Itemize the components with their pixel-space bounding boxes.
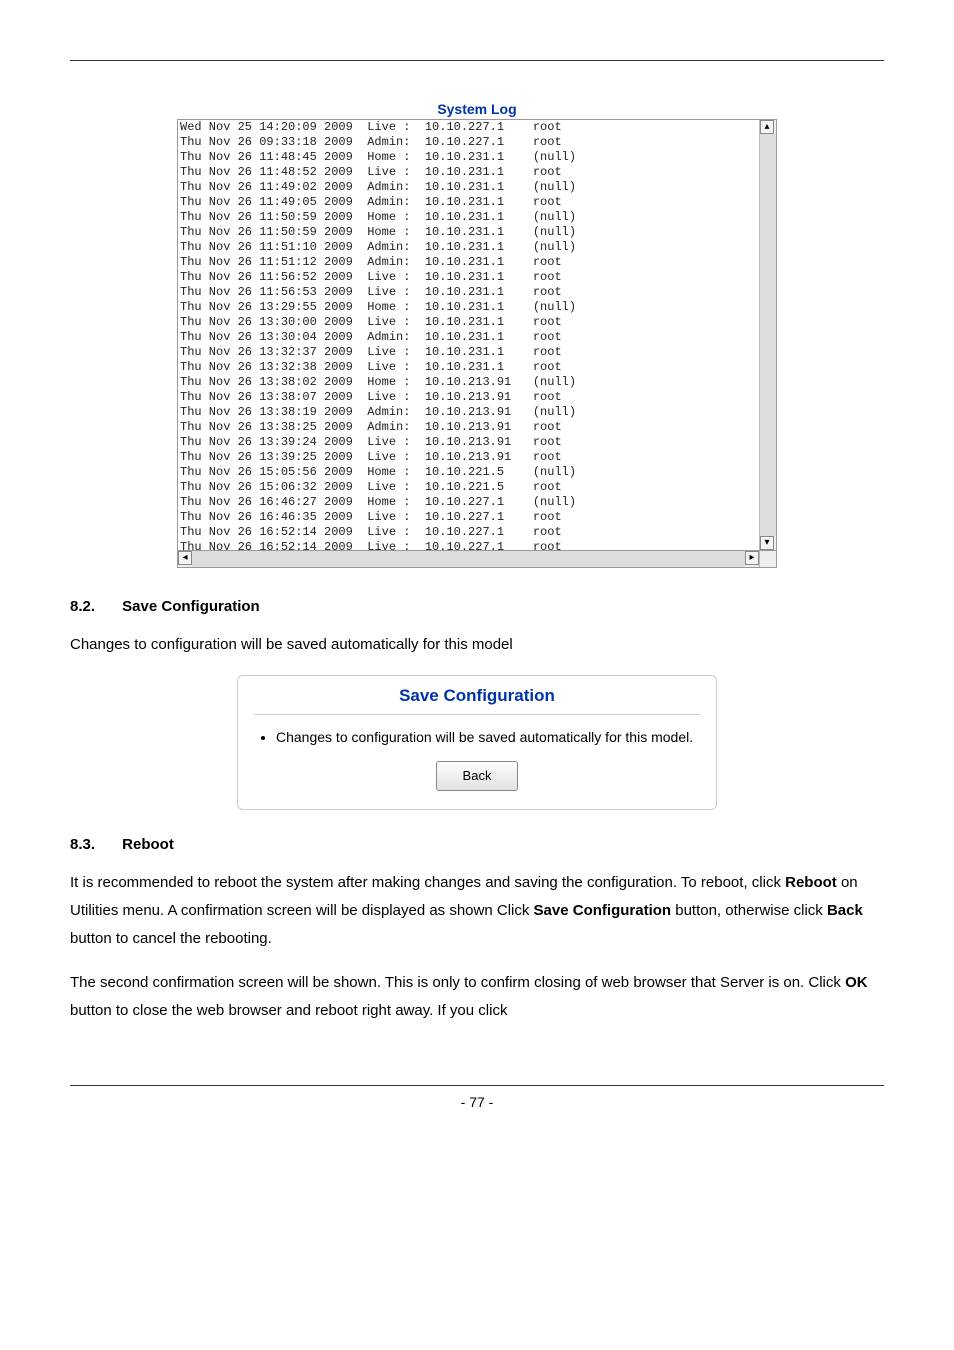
heading-8-2: 8.2. Save Configuration: [70, 598, 884, 615]
scroll-up-icon[interactable]: ▴: [760, 120, 774, 134]
text-8-3-p1: It is recommended to reboot the system a…: [70, 869, 884, 953]
vscroll-track[interactable]: [760, 134, 776, 536]
heading-number: 8.2.: [70, 598, 118, 615]
save-configuration-panel: Save Configuration Changes to configurat…: [237, 675, 717, 810]
system-log-title: System Log: [177, 101, 777, 117]
back-button[interactable]: Back: [436, 761, 519, 791]
heading-title: Save Configuration: [122, 598, 260, 615]
save-configuration-bullet: Changes to configuration will be saved a…: [276, 727, 700, 747]
scroll-left-icon[interactable]: ◂: [178, 551, 192, 565]
scroll-down-icon[interactable]: ▾: [760, 536, 774, 550]
hscroll-track[interactable]: [192, 551, 745, 567]
scroll-right-icon[interactable]: ▸: [745, 551, 759, 565]
system-log-vscrollbar[interactable]: ▴ ▾: [759, 120, 776, 550]
system-log-panel: System Log Wed Nov 25 14:20:09 2009 Live…: [177, 101, 777, 568]
heading-8-3: 8.3. Reboot: [70, 836, 884, 853]
system-log-textarea[interactable]: Wed Nov 25 14:20:09 2009 Live : 10.10.22…: [178, 120, 759, 550]
system-log-hscrollbar[interactable]: ◂ ▸: [177, 551, 777, 568]
top-separator: [70, 60, 884, 61]
save-configuration-title: Save Configuration: [254, 686, 700, 715]
text-8-3-p2: The second confirmation screen will be s…: [70, 969, 884, 1025]
heading-number: 8.3.: [70, 836, 118, 853]
text-8-2-lead: Changes to configuration will be saved a…: [70, 631, 884, 659]
heading-title: Reboot: [122, 836, 174, 853]
page-number: - 77 -: [461, 1094, 494, 1110]
scroll-corner: [759, 551, 776, 567]
page-footer: - 77 -: [70, 1085, 884, 1110]
